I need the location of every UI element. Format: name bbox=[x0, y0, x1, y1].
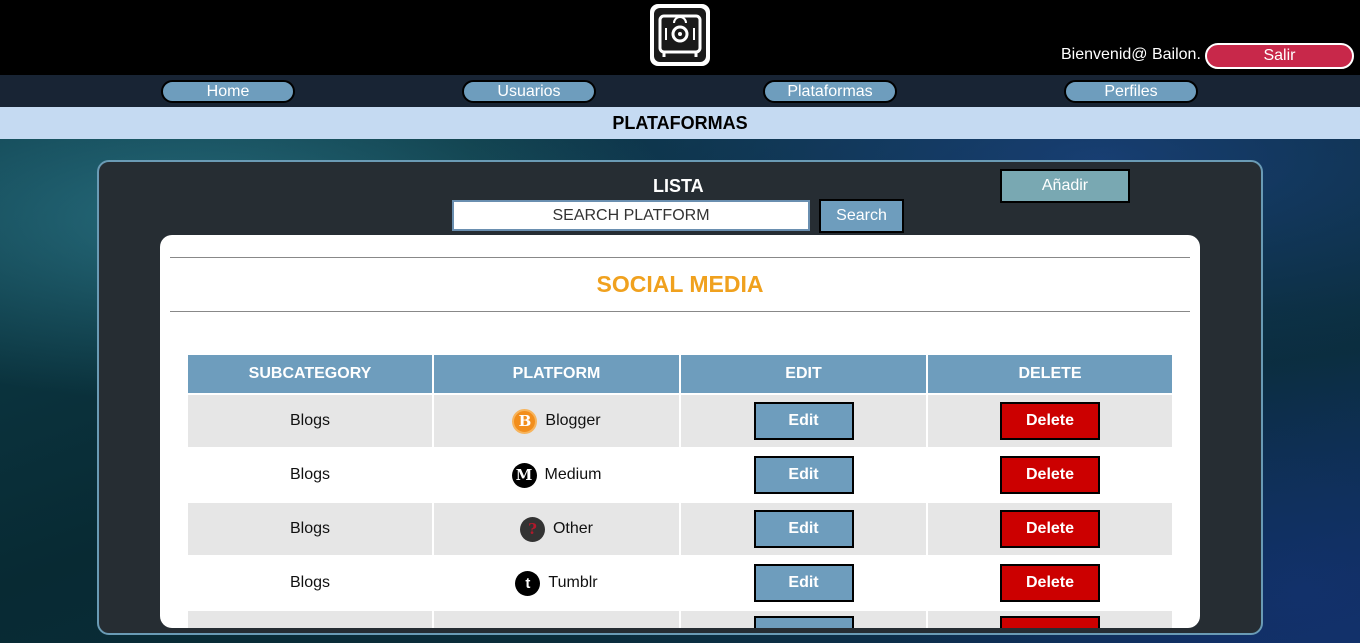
subcategory-cell bbox=[188, 609, 432, 628]
column-header-edit: EDIT bbox=[681, 355, 926, 393]
question-icon: ? bbox=[519, 516, 545, 542]
blogger-icon: B bbox=[512, 408, 538, 434]
category-title: SOCIAL MEDIA bbox=[596, 271, 764, 297]
logout-button[interactable]: Salir bbox=[1205, 43, 1354, 69]
column-header-subcategory: SUBCATEGORY bbox=[188, 355, 432, 393]
platform-name: Other bbox=[552, 520, 593, 537]
table-row: Blogs B Blogger Edit Delete bbox=[188, 393, 1172, 447]
delete-button[interactable] bbox=[1000, 615, 1100, 628]
table-row: Blogs t Tumblr Edit Delete bbox=[188, 555, 1172, 609]
delete-button[interactable]: Delete bbox=[1000, 510, 1100, 548]
table-row: Blogs ? Other Edit Delete bbox=[188, 501, 1172, 555]
edit-button[interactable]: Edit bbox=[753, 510, 854, 548]
platforms-table: SUBCATEGORY PLATFORM EDIT DELETE Blogs B… bbox=[186, 355, 1174, 628]
edit-button[interactable]: Edit bbox=[753, 564, 854, 602]
divider bbox=[170, 311, 1190, 312]
subcategory-cell: Blogs bbox=[188, 555, 432, 609]
category-card: SOCIAL MEDIA SUBCATEGORY PLATFORM EDIT D… bbox=[160, 235, 1200, 628]
platform-name: Blogger bbox=[545, 412, 601, 429]
edit-cell: Edit bbox=[681, 393, 926, 447]
nav-bar: Home Usuarios Plataformas Perfiles bbox=[0, 75, 1360, 107]
edit-button[interactable] bbox=[753, 615, 854, 628]
divider bbox=[170, 257, 1190, 258]
edit-cell: Edit bbox=[681, 447, 926, 501]
platform-cell bbox=[434, 609, 679, 628]
edit-cell: Edit bbox=[681, 501, 926, 555]
delete-cell: Delete bbox=[928, 447, 1172, 501]
edit-cell: Edit bbox=[681, 555, 926, 609]
nav-home-button[interactable]: Home bbox=[161, 80, 295, 103]
list-title: LISTA bbox=[653, 176, 704, 196]
column-header-platform: PLATFORM bbox=[434, 355, 679, 393]
top-bar: Bienvenid@ Bailon. Salir bbox=[0, 0, 1360, 75]
add-button[interactable]: Añadir bbox=[1000, 169, 1130, 203]
tumblr-icon: t bbox=[515, 570, 541, 596]
delete-cell: Delete bbox=[928, 555, 1172, 609]
welcome-text: Bienvenid@ Bailon. bbox=[1061, 46, 1201, 63]
platform-cell: B Blogger bbox=[434, 393, 679, 447]
search-button[interactable]: Search bbox=[819, 199, 904, 233]
search-input[interactable] bbox=[452, 200, 810, 231]
delete-cell: Delete bbox=[928, 501, 1172, 555]
edit-cell bbox=[681, 609, 926, 628]
nav-usuarios-button[interactable]: Usuarios bbox=[462, 80, 596, 103]
table-row: Blogs M Medium Edit Delete bbox=[188, 447, 1172, 501]
platform-cell: ? Other bbox=[434, 501, 679, 555]
delete-cell bbox=[928, 609, 1172, 628]
subcategory-cell: Blogs bbox=[188, 447, 432, 501]
platform-name: Medium bbox=[544, 466, 602, 483]
delete-button[interactable]: Delete bbox=[1000, 456, 1100, 494]
delete-cell: Delete bbox=[928, 393, 1172, 447]
platform-cell: M Medium bbox=[434, 447, 679, 501]
subcategory-cell: Blogs bbox=[188, 393, 432, 447]
nav-plataformas-button[interactable]: Plataformas bbox=[763, 80, 897, 103]
table-row bbox=[188, 609, 1172, 628]
page-title: PLATAFORMAS bbox=[0, 107, 1360, 139]
subcategory-cell: Blogs bbox=[188, 501, 432, 555]
delete-button[interactable]: Delete bbox=[1000, 564, 1100, 602]
edit-button[interactable]: Edit bbox=[753, 402, 854, 440]
edit-button[interactable]: Edit bbox=[753, 456, 854, 494]
delete-button[interactable]: Delete bbox=[1000, 402, 1100, 440]
nav-perfiles-button[interactable]: Perfiles bbox=[1064, 80, 1198, 103]
platform-name: Tumblr bbox=[548, 574, 598, 591]
vault-logo-icon bbox=[650, 4, 710, 66]
platform-cell: t Tumblr bbox=[434, 555, 679, 609]
medium-icon: M bbox=[511, 462, 537, 488]
column-header-delete: DELETE bbox=[928, 355, 1172, 393]
